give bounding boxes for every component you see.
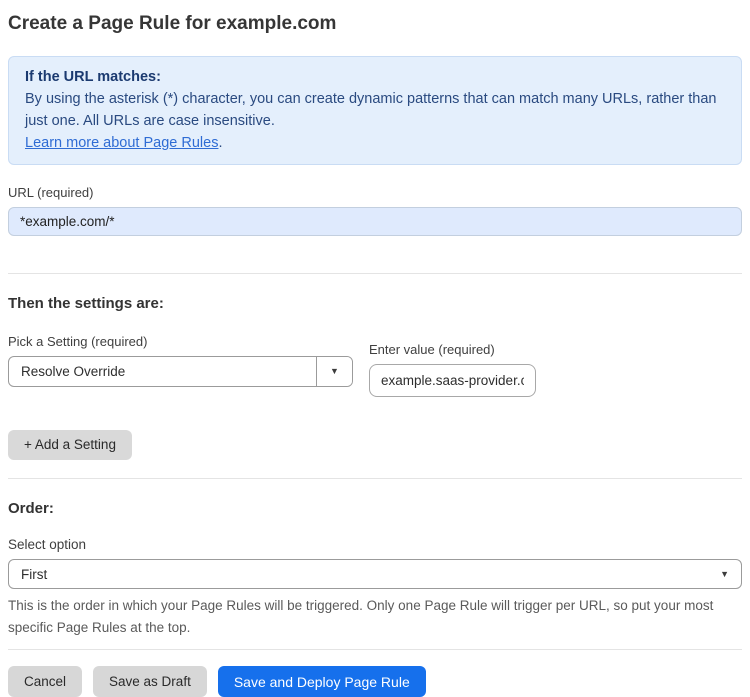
setting-select-column: Pick a Setting (required) Resolve Overri… [8,334,353,397]
order-help-text: This is the order in which your Page Rul… [8,598,714,635]
chevron-down-icon: ▼ [720,568,729,579]
save-and-deploy-button[interactable]: Save and Deploy Page Rule [217,666,426,697]
save-as-draft-button[interactable]: Save as Draft [93,666,207,697]
setting-select-value: Resolve Override [21,364,126,379]
cancel-button[interactable]: Cancel [8,666,83,697]
link-period: . [218,135,223,151]
section-divider [8,478,742,479]
page-title: Create a Page Rule for example.com [8,13,337,34]
create-page-rule-form: Create a Page Rule for example.com If th… [0,0,750,697]
setting-select-label: Pick a Setting (required) [8,334,148,349]
footer-buttons: Cancel Save as Draft Save and Deploy Pag… [8,666,742,697]
url-match-info-box: If the URL matches: By using the asteris… [8,56,742,165]
setting-value-column: Enter value (required) [369,342,536,397]
url-field-label: URL (required) [8,185,94,200]
footer-divider [8,649,742,650]
settings-row: Pick a Setting (required) Resolve Overri… [8,334,742,397]
section-divider [8,273,742,274]
setting-value-input[interactable] [369,364,536,397]
add-setting-button[interactable]: + Add a Setting [8,430,132,460]
chevron-down-icon: ▼ [330,366,339,376]
setting-select[interactable]: Resolve Override ▼ [8,356,353,387]
url-input[interactable] [8,207,742,236]
info-box-link-line: Learn more about Page Rules. [25,132,725,154]
order-select[interactable]: First ▼ [8,559,742,589]
value-field-label: Enter value (required) [369,342,495,357]
order-select-value: First [21,566,48,582]
setting-select-arrow-button[interactable]: ▼ [316,357,352,386]
order-select-label: Select option [8,537,87,552]
settings-section-heading: Then the settings are: [8,295,164,312]
learn-more-link[interactable]: Learn more about Page Rules [25,135,218,151]
order-section-heading: Order: [8,500,54,517]
info-box-body: By using the asterisk (*) character, you… [25,91,717,129]
info-box-heading: If the URL matches: [25,69,161,85]
